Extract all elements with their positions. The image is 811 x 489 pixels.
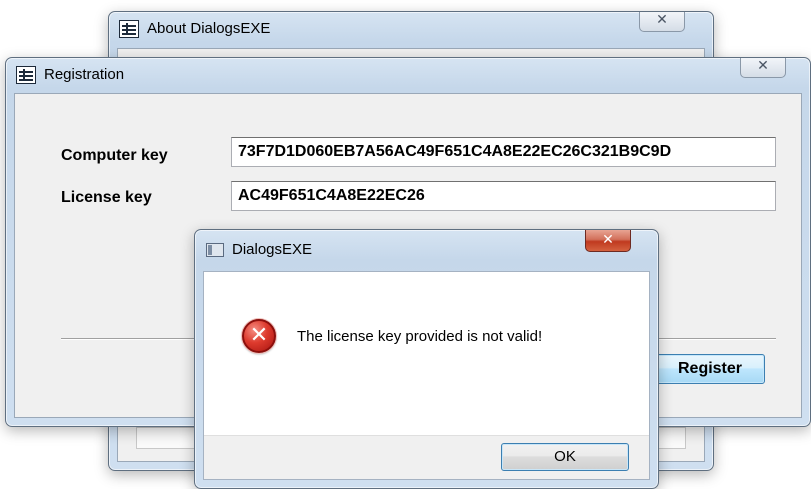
app-window-icon [119, 20, 139, 38]
about-window-title: About DialogsEXE [147, 20, 271, 37]
ok-button[interactable]: OK [501, 443, 629, 471]
register-button[interactable]: Register [655, 354, 765, 384]
error-icon: ✕ [242, 319, 276, 353]
message-box-client: ✕ The license key provided is not valid!… [203, 271, 650, 480]
error-message-box: DialogsEXE ✕ ✕ The license key provided … [194, 229, 659, 489]
error-message-text: The license key provided is not valid! [297, 328, 543, 345]
message-box-footer: OK [204, 435, 649, 479]
license-key-field[interactable]: AC49F651C4A8E22EC26 [231, 181, 776, 211]
message-box-title: DialogsEXE [232, 241, 313, 258]
app-window-icon [16, 66, 36, 84]
about-close-button[interactable]: ✕ [639, 12, 685, 32]
registration-window-title: Registration [44, 66, 125, 83]
computer-key-label: Computer key [61, 147, 168, 164]
registration-close-button[interactable]: ✕ [740, 58, 786, 78]
computer-key-field[interactable]: 73F7D1D060EB7A56AC49F651C4A8E22EC26C321B… [231, 137, 776, 167]
app-icon [206, 243, 224, 257]
license-key-label: License key [61, 189, 152, 206]
message-box-close-button[interactable]: ✕ [585, 230, 631, 252]
